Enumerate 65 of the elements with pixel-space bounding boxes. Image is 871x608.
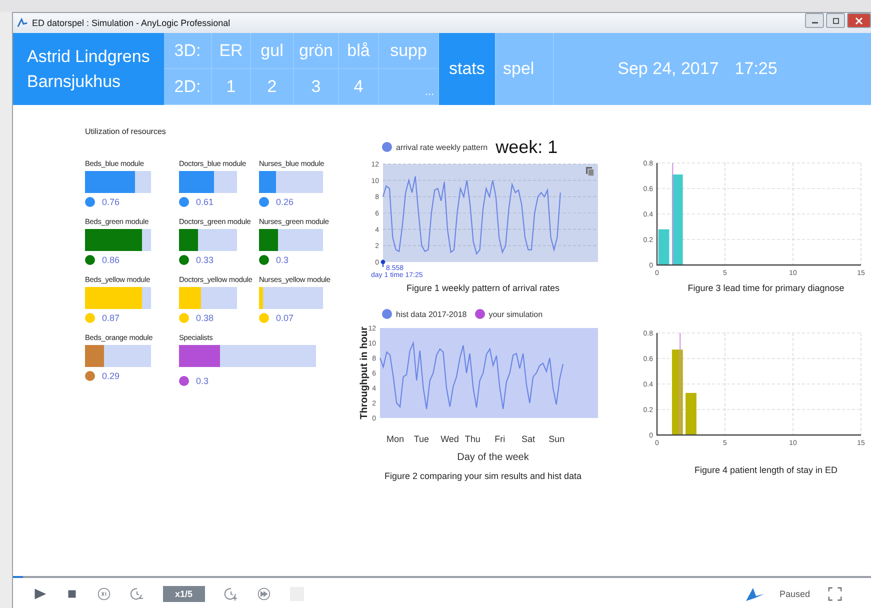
histogram-bar	[658, 229, 670, 265]
hospital-title: Astrid Lindgrens Barnsjukhus	[13, 33, 164, 105]
utilization-value: 0.26	[276, 197, 294, 207]
nav-button[interactable]: gul	[251, 33, 294, 69]
axis-title: Day of the week	[456, 452, 530, 463]
maximize-icon	[830, 16, 840, 24]
tick-label: Thu	[464, 434, 480, 444]
tab[interactable]: spel	[496, 33, 554, 105]
tick-label: Tue	[414, 434, 430, 444]
utilization-value: 0.07	[276, 313, 294, 323]
nav-button[interactable]: ER	[212, 33, 251, 69]
tab[interactable]: stats	[439, 33, 496, 105]
tick-label: Sun	[548, 434, 565, 444]
legend-label: arrival rate weekly pattern	[396, 142, 488, 152]
tick-label: Mon	[386, 434, 404, 444]
figure-caption: Figure 4 patient length of stay in ED	[693, 465, 839, 477]
logo-icon	[745, 586, 766, 602]
figure-caption: Figure 3 lead time for primary diagnose	[686, 283, 846, 295]
nav-button[interactable]: 4	[339, 69, 379, 105]
panel-title: Utilization of resources	[85, 127, 167, 136]
utilization-value: 0.87	[102, 313, 120, 323]
utilization-value: 0.3	[276, 255, 289, 265]
utilization-value: 0.3	[196, 376, 209, 386]
utilization-value: 0.76	[102, 197, 120, 207]
fast-forward-icon[interactable]	[256, 586, 271, 600]
close-icon	[854, 16, 864, 24]
tick-label: Wed	[440, 434, 459, 444]
figure-caption: Figure 1 weekly pattern of arrival rates	[405, 283, 561, 295]
utilization-value: 0.38	[196, 313, 214, 323]
time-label: 17:25	[734, 59, 778, 79]
stop-icon[interactable]	[66, 588, 78, 600]
speed-up-icon[interactable]	[224, 586, 238, 600]
legend-label: your simulation	[488, 310, 543, 318]
status-label: Paused	[779, 588, 810, 598]
nav-button[interactable]: 1	[212, 69, 251, 105]
nav-button[interactable]: 2	[251, 69, 294, 105]
minimize-button[interactable]	[805, 13, 824, 28]
nav-button[interactable]: grön	[294, 33, 339, 69]
realtime-icon[interactable]	[97, 586, 111, 600]
copy-icon	[586, 167, 594, 176]
maximize-button[interactable]	[826, 13, 845, 28]
row-label: 3D:	[164, 33, 212, 69]
play-icon[interactable]	[33, 586, 47, 600]
legend-label: hist data 2017-2018	[396, 310, 467, 318]
figure-caption: Figure 2 comparing your sim results and hist data	[383, 471, 583, 483]
utilization-value: 0.29	[102, 371, 120, 381]
week-label: week: 1	[496, 136, 558, 158]
utilization-value: 0.86	[102, 255, 120, 265]
logo-icon	[17, 18, 28, 28]
nav-button[interactable]: 3	[294, 69, 339, 105]
row-label: 2D:	[164, 69, 212, 105]
tick-label: Fri	[494, 434, 506, 444]
window-title: ED datorspel : Simulation - AnyLogic Professional	[32, 18, 230, 28]
nav-button[interactable]: blå	[339, 33, 379, 69]
axis-title: Throughput in hour	[359, 326, 370, 420]
tick-label: Sat	[521, 434, 535, 444]
histogram-bar	[686, 392, 696, 435]
speed-indicator: x1/5	[163, 586, 205, 602]
utilization-value: 0.61	[196, 197, 214, 207]
fullscreen-icon[interactable]	[828, 586, 842, 600]
time-marker-icon	[380, 260, 386, 268]
close-button[interactable]	[847, 13, 871, 28]
slow-down-icon[interactable]	[130, 586, 144, 600]
date-label: Sep 24, 2017	[618, 59, 719, 79]
utilization-value: 0.33	[196, 255, 214, 265]
